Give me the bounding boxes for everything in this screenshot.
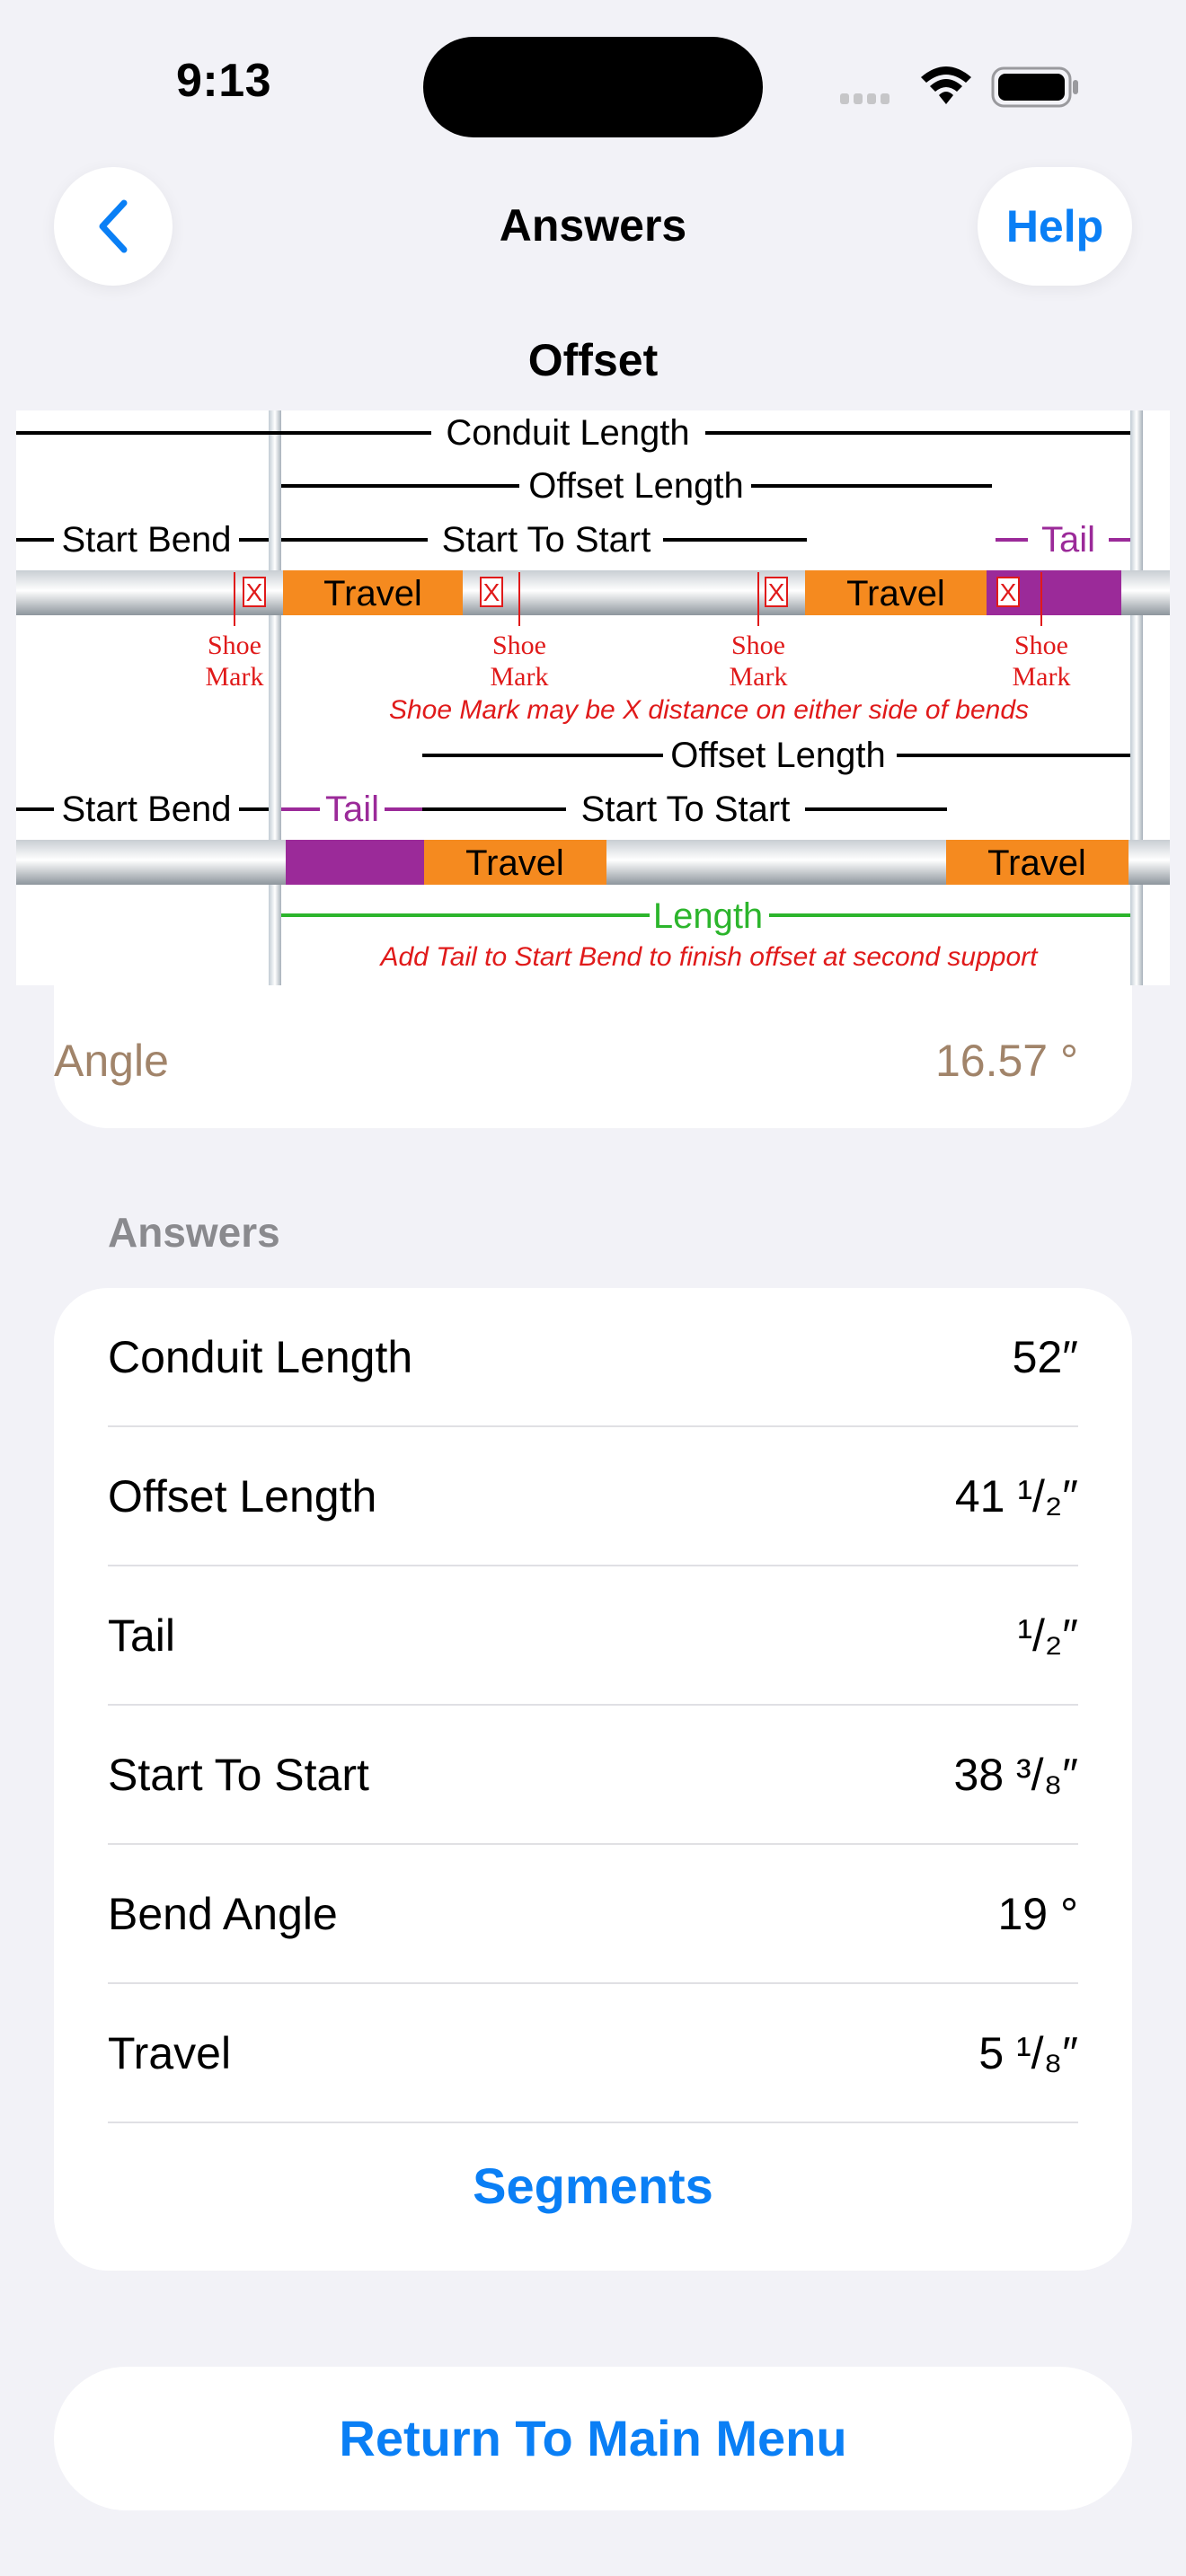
answer-value: 19 ° [997, 1889, 1078, 1939]
travel-label-1: Travel [323, 574, 422, 613]
x-mark-3: X [768, 578, 785, 606]
offset-diagram: Conduit Length Offset Length Start Bend … [16, 410, 1170, 985]
dynamic-island [423, 37, 763, 137]
conduit-length-label: Conduit Length [446, 413, 689, 453]
x-mark-1: X [246, 578, 263, 606]
answer-value: 5 ¹/₈″ [978, 2028, 1078, 2078]
segments-button[interactable]: Segments [54, 2132, 1132, 2240]
signal-icon [840, 93, 890, 104]
answer-row-travel: Travel 5 ¹/₈″ [108, 1984, 1078, 2123]
status-icons [840, 66, 1078, 108]
angle-label: Angle [54, 1036, 169, 1086]
mark-label-1: Mark [206, 662, 264, 692]
shoe-mark-note: Shoe Mark may be X distance on either si… [389, 695, 1029, 725]
answer-label: Bend Angle [108, 1889, 338, 1939]
answer-label: Travel [108, 2028, 232, 2078]
support-strut-left [269, 410, 281, 985]
start-to-start-label-2: Start To Start [581, 790, 791, 829]
travel-label-2: Travel [846, 574, 945, 613]
tail-segment-2 [286, 840, 424, 885]
mark-label-2: Mark [491, 662, 549, 692]
return-to-main-menu-button[interactable]: Return To Main Menu [54, 2367, 1132, 2510]
answer-row-conduit-length: Conduit Length 52″ [108, 1288, 1078, 1427]
answer-label: Tail [108, 1610, 176, 1661]
wifi-icon [921, 66, 971, 104]
start-bend-label-2: Start Bend [61, 790, 231, 829]
mark-label-4: Mark [1013, 662, 1071, 692]
tail-note: Add Tail to Start Bend to finish offset … [378, 942, 1039, 972]
x-mark-2: X [483, 578, 500, 606]
answer-row-bend-angle: Bend Angle 19 ° [108, 1845, 1078, 1984]
answers-section-header: Answers [108, 1209, 280, 1256]
diagram-title: Offset [527, 335, 659, 385]
tail-label: Tail [1041, 520, 1095, 560]
x-mark-4: X [1000, 578, 1017, 606]
answer-value: 52″ [1012, 1332, 1078, 1382]
travel-label-3: Travel [465, 843, 564, 883]
length-label: Length [653, 896, 763, 936]
shoe-label-4: Shoe [1014, 631, 1068, 660]
support-strut-right [1130, 410, 1143, 985]
offset-length-label-2: Offset Length [670, 736, 885, 775]
shoe-label-2: Shoe [492, 631, 546, 660]
answer-row-tail: Tail ¹/₂″ [108, 1566, 1078, 1706]
status-time: 9:13 [176, 55, 272, 107]
row-divider [108, 2122, 1078, 2123]
answer-label: Offset Length [108, 1471, 377, 1522]
shoe-label-3: Shoe [731, 631, 785, 660]
start-bend-label: Start Bend [61, 520, 231, 560]
answer-row-offset-length: Offset Length 41 ¹/₂″ [108, 1427, 1078, 1566]
answer-label: Conduit Length [108, 1332, 413, 1382]
answers-card: Conduit Length 52″ Offset Length 41 ¹/₂″… [54, 1288, 1132, 2271]
answer-value: 41 ¹/₂″ [954, 1471, 1078, 1522]
answer-label: Start To Start [108, 1750, 369, 1800]
battery-icon [991, 66, 1078, 108]
shoe-label-1: Shoe [208, 631, 261, 660]
start-to-start-label: Start To Start [442, 520, 651, 560]
answer-value: ¹/₂″ [1017, 1610, 1078, 1661]
answer-row-start-to-start: Start To Start 38 ³/₈″ [108, 1706, 1078, 1845]
offset-length-label: Offset Length [528, 466, 743, 506]
help-button[interactable]: Help [978, 167, 1132, 286]
travel-label-4: Travel [987, 843, 1086, 883]
answer-value: 38 ³/₈″ [953, 1750, 1078, 1800]
tail-label-2: Tail [325, 790, 379, 829]
angle-value: 16.57 ° [934, 1036, 1078, 1086]
mark-label-3: Mark [730, 662, 788, 692]
